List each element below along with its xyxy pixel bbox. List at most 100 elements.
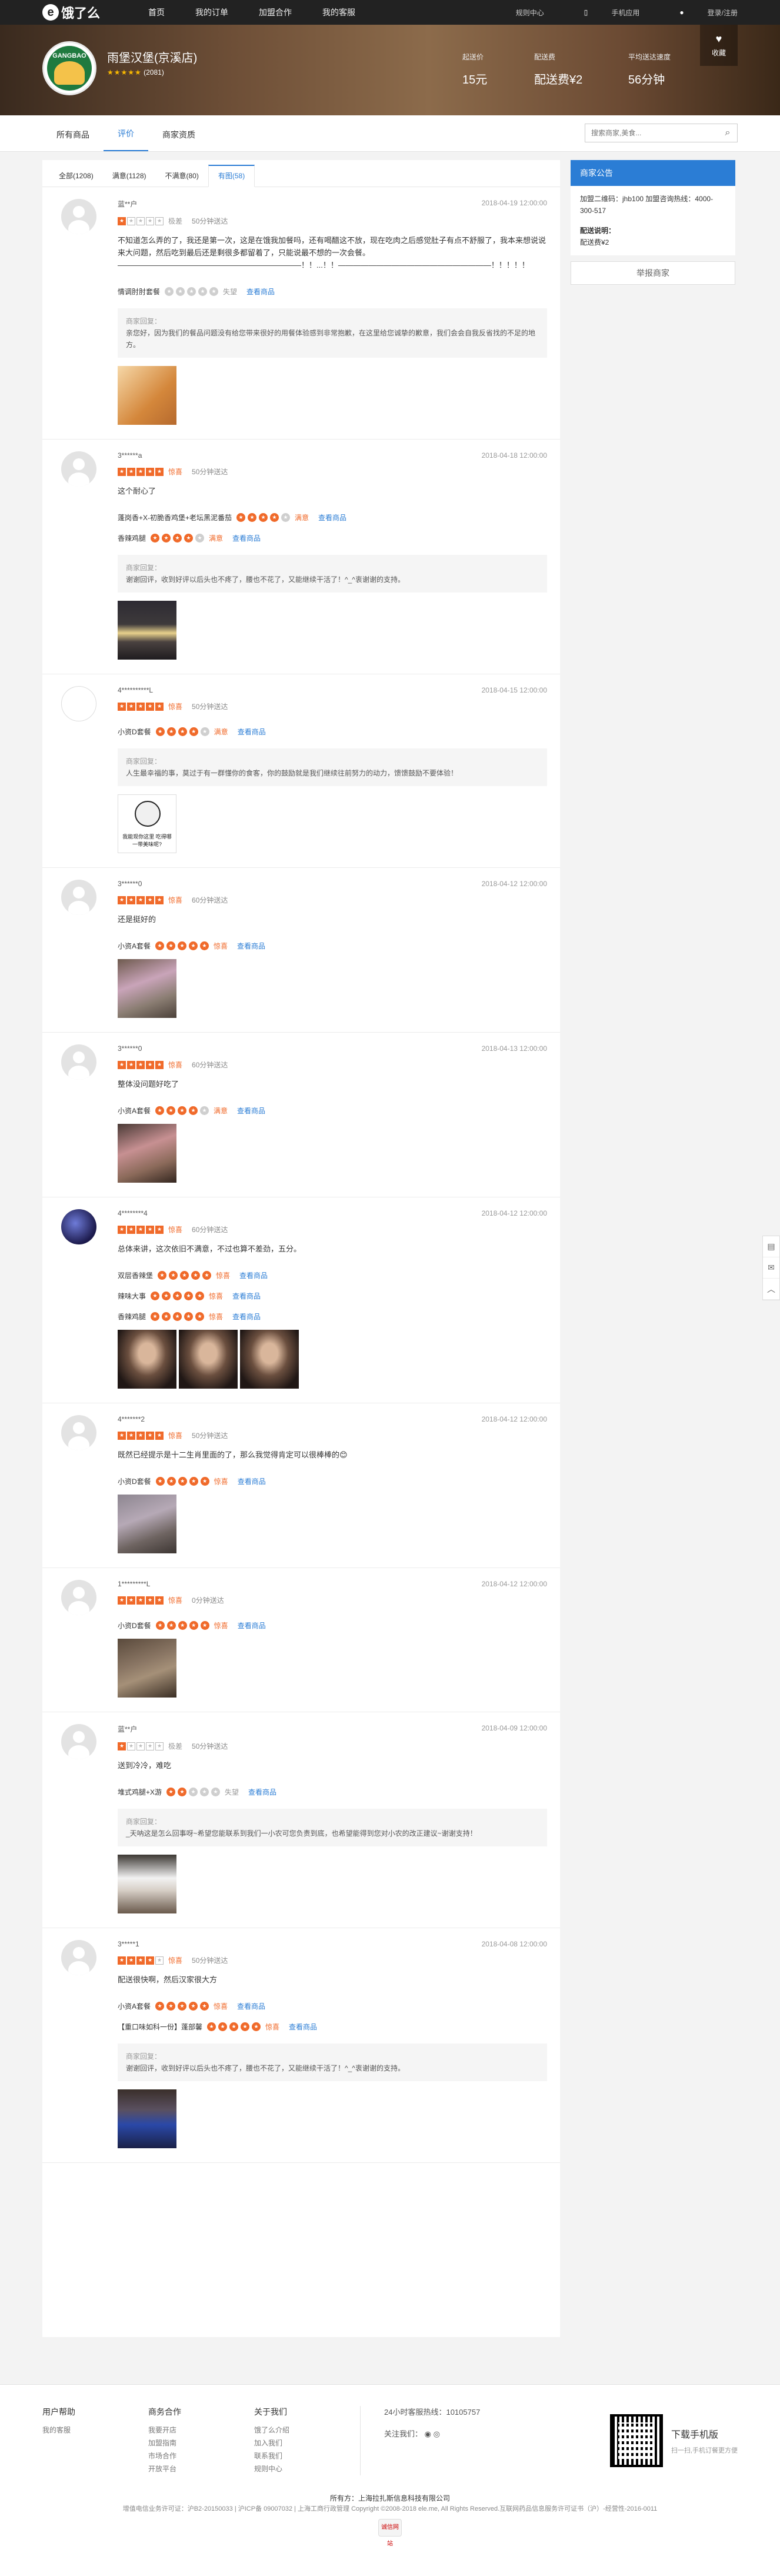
review-photo[interactable] [118,959,176,1018]
review-photo[interactable] [118,1330,176,1389]
nav-my-orders[interactable]: 我的订单 [195,6,228,18]
reply-text: 人生最幸福的事，莫过于有一群懂你的食客，你的鼓励就是我们继续往前努力的动力，馈馈… [126,769,458,777]
review-user: 3******0 [118,1044,142,1053]
review-photo[interactable] [118,366,176,425]
rating-label: 惊喜 [168,896,183,904]
dish-label: 惊喜 [265,2023,280,2031]
back-to-top-icon[interactable]: ︿ [763,1279,779,1300]
review-item: 4**********L 2018-04-15 12:00:00 ★ ★ ★ ★ ★ 惊喜 5… [42,674,560,868]
review-photos [118,601,547,660]
footer-link[interactable]: 加盟指南 [148,2437,254,2449]
rating-label: 惊喜 [168,1061,183,1069]
avatar [61,451,96,487]
view-product-link[interactable]: 查看商品 [238,1620,266,1630]
footer-link[interactable]: 市场合作 [148,2449,254,2462]
dish-name: 双层香辣堡 [118,1272,154,1280]
filter-satisfied[interactable]: 满意(1128) [103,171,156,187]
trust-badge-icon[interactable]: 诚信网站 [378,2519,402,2547]
shop-rating: ★★★★★ (2081) [107,68,164,76]
review-item: 3******0 2018-04-13 12:00:00 ★ ★ ★ ★ ★ 惊喜 60分钟送… [42,1033,560,1197]
mobile-app-link[interactable]: ▯ 手机应用 [564,8,640,18]
view-product-link[interactable]: 查看商品 [246,287,275,297]
view-product-link[interactable]: 查看商品 [232,1291,261,1301]
review-photo[interactable] [118,1124,176,1183]
dish-name: 堆式鸡腿+X游 [118,1788,162,1796]
view-product-link[interactable]: 查看商品 [237,1106,265,1116]
report-shop-button[interactable]: 举报商家 [571,261,735,285]
view-product-link[interactable]: 查看商品 [237,2001,265,2011]
footer-col-title: 用户帮助 [42,2407,75,2417]
footer-link[interactable]: 规则中心 [254,2462,360,2475]
review-stars: ★ ★ ★ ★ ★ [118,896,165,904]
app-subtitle: 扫一扫,手机订餐更方便 [671,2447,738,2454]
review-photo[interactable]: 我能现你这里 吃得哪一带美味呢? [118,794,176,853]
footer-link[interactable]: 我的客服 [42,2424,148,2437]
delivery-time: 50分钟送达 [192,703,228,711]
login-link[interactable]: ● 登录/注册 [659,8,738,18]
review-photo[interactable] [179,1330,238,1389]
view-product-link[interactable]: 查看商品 [237,941,265,951]
view-product-link[interactable]: 查看商品 [248,1787,276,1797]
merchant-reply: 商家回复： 谢谢回评，收到好评以后头也不疼了，腰也不花了，又能继续干活了！^_^衷… [118,2044,547,2081]
view-product-link[interactable]: 查看商品 [232,533,261,543]
review-photo[interactable] [118,1855,176,1913]
filter-with-photos[interactable]: 有图(58) [208,165,255,187]
review-photo[interactable] [118,1495,176,1553]
search-icon[interactable]: ⌕ [718,128,737,138]
review-user: 蓝**户 [118,1725,138,1733]
dish-name: 小资D套餐 [118,728,151,736]
delivery-time: 50分钟送达 [192,217,228,225]
wechat-icon[interactable]: ◉ [425,2429,431,2438]
tab-qualifications[interactable]: 商家资质 [148,129,209,151]
footer-link[interactable]: 饿了么介绍 [254,2424,360,2437]
review-photo[interactable] [118,601,176,660]
review-stars: ★ ★ ★ ★ ★ [118,1060,165,1069]
rules-center-link[interactable]: 规则中心 [516,8,544,18]
nav-home[interactable]: 首页 [148,6,165,18]
review-photo[interactable] [118,2089,176,2148]
dish-stars: ★ ★ ★ ★ ★ [155,1106,211,1115]
footer-link[interactable]: 加入我们 [254,2437,360,2449]
review-stars: ★ ★ ★ ★ ★ [118,467,165,476]
search-input[interactable] [585,129,718,137]
reply-text: 亲您好，因为我们的餐品问题没有给您带来很好的用餐体验感到非常抱歉，在这里给您诚挚… [126,329,536,349]
footer-contact: 24小时客服热线：10105757 关注我们： ◉ ◎ [360,2406,572,2475]
review-photo[interactable] [240,1330,299,1389]
view-product-link[interactable]: 查看商品 [289,2022,317,2032]
delivery-time: 60分钟送达 [192,896,228,904]
filter-unsatisfied[interactable]: 不满意(80) [156,171,208,187]
review-stars: ★ ★ ★ ★ ★ [118,1956,165,1965]
nav-join[interactable]: 加盟合作 [259,6,292,18]
filter-all[interactable]: 全部(1208) [49,171,103,187]
sidebar: 商家公告 加盟二维码：jhb100 加盟咨询热线：4000-300-517 配送… [571,160,735,285]
view-product-link[interactable]: 查看商品 [232,1312,261,1322]
rating-label: 惊喜 [168,703,183,711]
footer-link[interactable]: 联系我们 [254,2449,360,2462]
review-item: 蓝**户 2018-04-09 12:00:00 ★ ★ ★ ★ ★ 极差 50分钟送达 送到… [42,1712,560,1928]
reply-text: 谢谢回评，收到好评以后头也不疼了，腰也不花了，又能继续干活了！^_^衷谢谢的支持… [126,575,405,584]
review-user: 3******0 [118,880,142,888]
message-icon[interactable]: ✉ [763,1257,779,1279]
view-product-link[interactable]: 查看商品 [238,1476,266,1486]
app-title: 下载手机版 [671,2430,718,2440]
tab-reviews[interactable]: 评价 [104,128,148,151]
footer-link[interactable]: 开放平台 [148,2462,254,2475]
avatar [61,1940,96,1975]
dish-stars: ★ ★ ★ ★ ★ [151,1312,206,1321]
reply-text: 谢谢回评，收到好评以后头也不疼了，腰也不花了，又能继续干活了！^_^衷谢谢的支持… [126,2064,405,2072]
cart-icon[interactable]: ▤ [763,1236,779,1257]
favorite-button[interactable]: ♥ 收藏 [700,25,738,66]
review-item: 3******a 2018-04-18 12:00:00 ★ ★ ★ ★ ★ 惊喜 50分钟送… [42,440,560,674]
dish-label: 满意 [295,514,309,522]
weibo-icon[interactable]: ◎ [434,2429,440,2438]
tab-all-products[interactable]: 所有商品 [42,129,104,151]
review-photo[interactable] [118,1639,176,1698]
view-product-link[interactable]: 查看商品 [318,512,346,522]
nav-customer-service[interactable]: 我的客服 [322,6,355,18]
delivery-time: 50分钟送达 [192,468,228,476]
view-product-link[interactable]: 查看商品 [239,1270,268,1280]
avatar [61,1415,96,1450]
eleme-logo[interactable]: e 饿了么 [42,3,131,22]
footer-link[interactable]: 我要开店 [148,2424,254,2437]
view-product-link[interactable]: 查看商品 [238,727,266,737]
